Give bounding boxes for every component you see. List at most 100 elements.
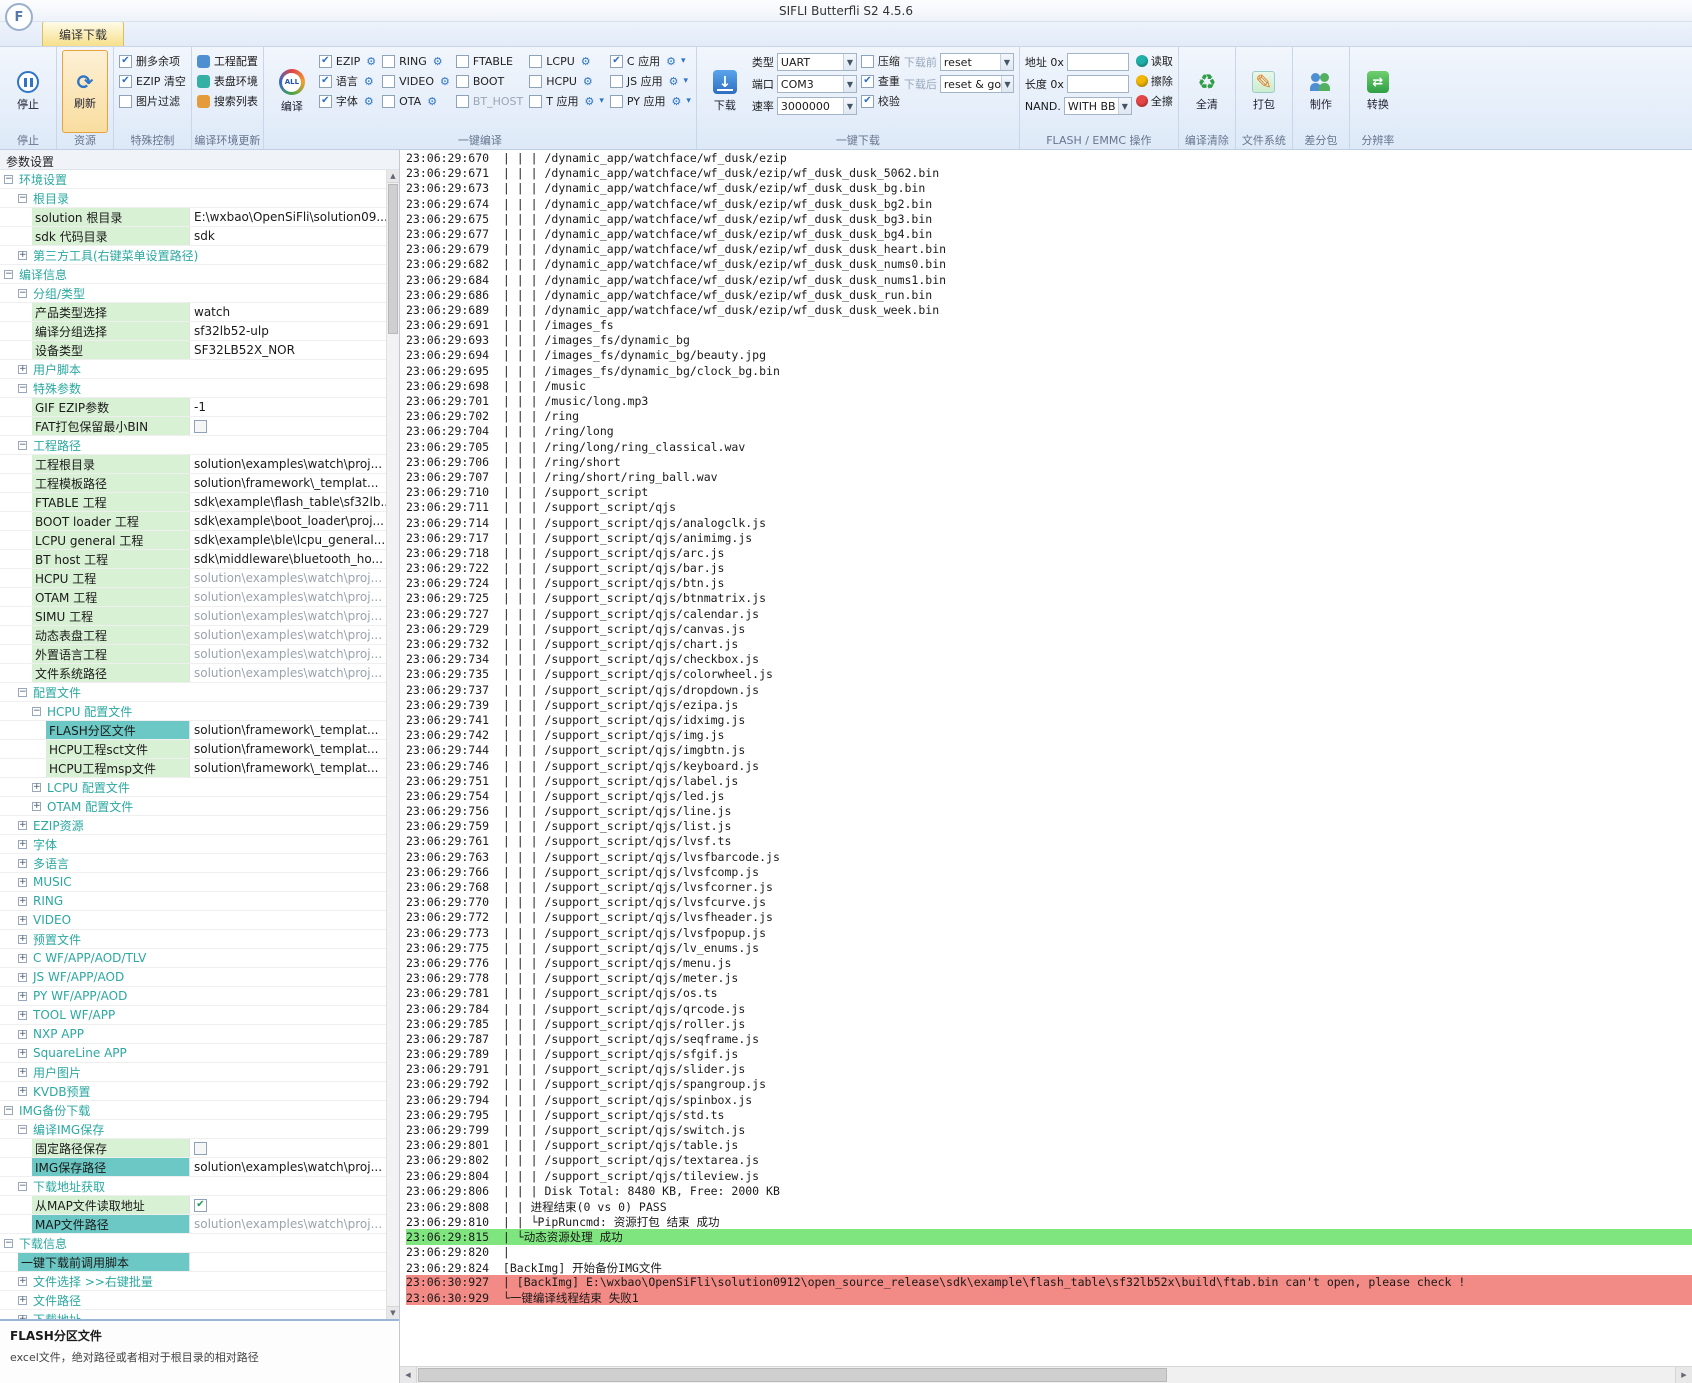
compile-option[interactable]: ✔字体⚙ (319, 93, 376, 109)
expand-icon[interactable]: + (18, 821, 27, 830)
param-label-cell[interactable]: −IMG备份下载 (0, 1101, 386, 1119)
param-label-cell[interactable]: 产品类型选择 (0, 303, 190, 321)
tree-section-row[interactable]: +文件选择 >>右键批量 (0, 1272, 386, 1291)
compile-option[interactable]: ✔语言⚙ (319, 73, 376, 89)
param-label-cell[interactable]: IMG保存路径 (0, 1158, 190, 1176)
tree-item-row[interactable]: 文件系统路径solution\examples\watch\proj... (0, 664, 386, 683)
param-value-cell[interactable]: solution\framework\_templat... (190, 721, 386, 739)
param-label-cell[interactable]: +SquareLine APP (0, 1044, 386, 1062)
tree-section-row[interactable]: +SquareLine APP (0, 1044, 386, 1063)
tree-section-row[interactable]: +LCPU 配置文件 (0, 778, 386, 797)
param-value-cell[interactable] (190, 417, 386, 435)
compile-option[interactable]: JS 应用⚙▾ (610, 73, 691, 89)
checkbox-checked[interactable]: ✔ (610, 55, 623, 68)
param-value-cell[interactable]: sdk\example\ble\lcpu_general... (190, 531, 386, 549)
scroll-right-button[interactable]: ▶ (1675, 1367, 1692, 1383)
tree-item-row[interactable]: BT host 工程sdk\middleware\bluetooth_ho... (0, 550, 386, 569)
tree-section-row[interactable]: +NXP APP (0, 1025, 386, 1044)
settings-gear-icon[interactable]: ⚙ (366, 56, 376, 67)
flash-length-input[interactable] (1067, 75, 1129, 93)
param-label-cell[interactable]: solution 根目录 (0, 208, 190, 226)
tree-section-row[interactable]: +用户图片 (0, 1063, 386, 1082)
env-update-button[interactable]: 搜索列表 (197, 93, 258, 109)
chevron-down-icon[interactable]: ▾ (599, 96, 604, 106)
tree-section-row[interactable]: +下载地址 (0, 1310, 386, 1319)
tree-item-row[interactable]: 外置语言工程solution\examples\watch\proj... (0, 645, 386, 664)
param-label-cell[interactable]: −编译信息 (0, 265, 386, 283)
param-value-cell[interactable]: solution\framework\_templat... (190, 740, 386, 758)
tree-section-row[interactable]: +EZIP资源 (0, 816, 386, 835)
collapse-icon[interactable]: − (18, 688, 27, 697)
param-label-cell[interactable]: 一键下载前调用脚本 (0, 1253, 190, 1271)
compile-option[interactable]: FTABLE (456, 53, 523, 69)
param-label-cell[interactable]: 动态表盘工程 (0, 626, 190, 644)
param-label-cell[interactable]: +NXP APP (0, 1025, 386, 1043)
expand-icon[interactable]: + (18, 1296, 27, 1305)
scroll-up-button[interactable]: ▲ (387, 170, 399, 183)
tree-section-row[interactable]: +用户脚本 (0, 360, 386, 379)
collapse-icon[interactable]: − (18, 289, 27, 298)
flash-nand-select[interactable]: WITH BB▼ (1064, 97, 1132, 115)
tree-item-row[interactable]: IMG保存路径solution\examples\watch\proj... (0, 1158, 386, 1177)
param-label-cell[interactable]: +RING (0, 892, 386, 910)
tree-section-row[interactable]: +字体 (0, 835, 386, 854)
checkbox-unchecked[interactable] (194, 1142, 207, 1155)
param-label-cell[interactable]: +第三方工具(右键菜单设置路径) (0, 246, 386, 264)
settings-gear-icon[interactable]: ⚙ (672, 96, 682, 107)
chevron-down-icon[interactable]: ▼ (1118, 98, 1131, 114)
flash-action-button[interactable]: 读取 (1136, 53, 1173, 69)
param-label-cell[interactable]: 工程根目录 (0, 455, 190, 473)
param-label-cell[interactable]: +用户图片 (0, 1063, 386, 1081)
tree-section-row[interactable]: +多语言 (0, 854, 386, 873)
expand-icon[interactable]: + (18, 916, 27, 925)
chevron-down-icon[interactable]: ▾ (681, 56, 686, 66)
expand-icon[interactable]: + (18, 992, 27, 1001)
expand-icon[interactable]: + (18, 251, 27, 260)
param-value-cell[interactable]: sdk\middleware\bluetooth_ho... (190, 550, 386, 568)
download-check-option[interactable]: ✔校验 (861, 93, 900, 109)
param-value-cell[interactable]: solution\examples\watch\proj... (190, 588, 386, 606)
compile-option[interactable]: OTA⚙ (382, 93, 450, 109)
tree-section-row[interactable]: −IMG备份下载 (0, 1101, 386, 1120)
special-check-option[interactable]: ✔删多余项 (119, 53, 186, 69)
chevron-down-icon[interactable]: ▼ (843, 76, 856, 92)
checkbox-unchecked[interactable] (119, 95, 132, 108)
tree-item-row[interactable]: 产品类型选择watch (0, 303, 386, 322)
param-label-cell[interactable]: +TOOL WF/APP (0, 1006, 386, 1024)
checkbox-checked[interactable]: ✔ (319, 95, 332, 108)
compile-option[interactable]: T 应用⚙▾ (529, 93, 604, 109)
refresh-button[interactable]: ⟳ 刷新 (62, 50, 108, 133)
log-horizontal-scrollbar[interactable]: ◀ ▶ (400, 1366, 1692, 1383)
param-label-cell[interactable]: LCPU general 工程 (0, 531, 190, 549)
compile-option[interactable]: HCPU⚙ (529, 73, 604, 89)
param-label-cell[interactable]: +PY WF/APP/AOD (0, 987, 386, 1005)
param-label-cell[interactable]: +下载地址 (0, 1310, 386, 1319)
param-label-cell[interactable]: HCPU工程sct文件 (0, 740, 190, 758)
chevron-down-icon[interactable]: ▼ (843, 54, 856, 70)
param-value-cell[interactable]: solution\examples\watch\proj... (190, 455, 386, 473)
param-label-cell[interactable]: +字体 (0, 835, 386, 853)
checkbox-unchecked[interactable] (382, 95, 395, 108)
pack-button[interactable]: ✎ 打包 (1241, 50, 1287, 133)
settings-gear-icon[interactable]: ⚙ (433, 56, 443, 67)
settings-gear-icon[interactable]: ⚙ (666, 56, 676, 67)
checkbox-unchecked[interactable] (529, 95, 542, 108)
param-label-cell[interactable]: −特殊参数 (0, 379, 386, 397)
param-label-cell[interactable]: +用户脚本 (0, 360, 386, 378)
scroll-left-button[interactable]: ◀ (400, 1367, 417, 1383)
download-check-option[interactable]: ✔查重 (861, 73, 900, 89)
chevron-down-icon[interactable]: ▾ (686, 96, 691, 106)
param-label-cell[interactable]: 固定路径保存 (0, 1139, 190, 1157)
tree-section-row[interactable]: +MUSIC (0, 873, 386, 892)
tree-item-row[interactable]: FTABLE 工程sdk\example\flash_table\sf32lb.… (0, 493, 386, 512)
collapse-icon[interactable]: − (18, 194, 27, 203)
tree-item-row[interactable]: 工程根目录solution\examples\watch\proj... (0, 455, 386, 474)
param-value-cell[interactable]: sdk (190, 227, 386, 245)
checkbox-checked[interactable]: ✔ (861, 75, 874, 88)
checkbox-unchecked[interactable] (382, 55, 395, 68)
tree-section-row[interactable]: +KVDB预置 (0, 1082, 386, 1101)
expand-icon[interactable]: + (18, 1011, 27, 1020)
param-label-cell[interactable]: sdk 代码目录 (0, 227, 190, 245)
checkbox-checked[interactable]: ✔ (119, 55, 132, 68)
chevron-down-icon[interactable]: ▾ (684, 76, 689, 86)
